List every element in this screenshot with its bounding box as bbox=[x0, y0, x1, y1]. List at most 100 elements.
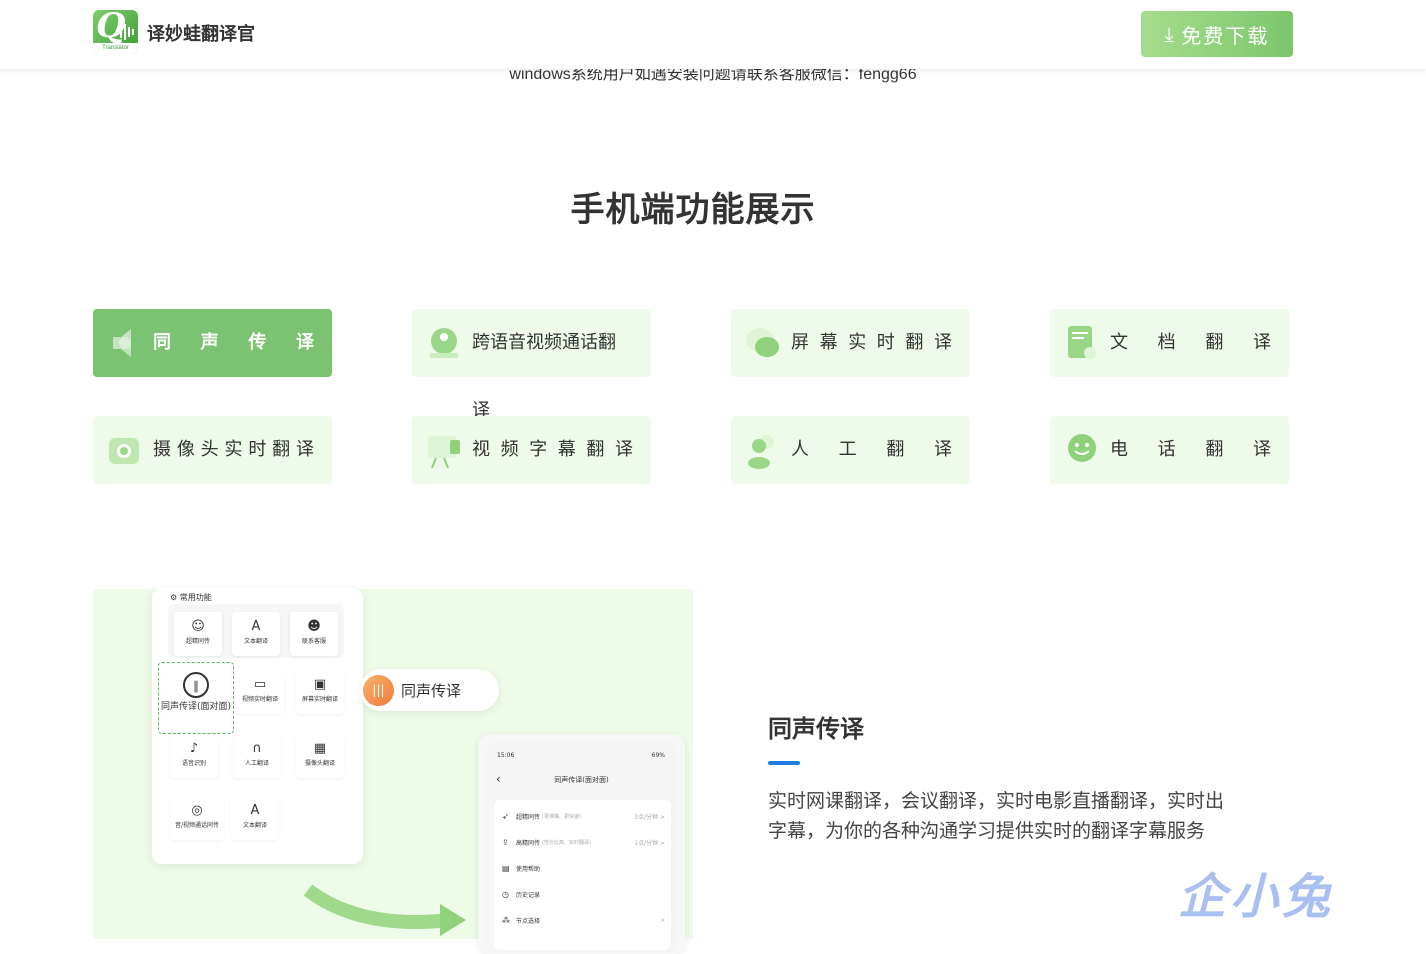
row-right: > bbox=[659, 916, 665, 924]
phone-smile-icon bbox=[1068, 434, 1096, 462]
tab-camera-realtime[interactable]: 摄像头实时翻译 bbox=[93, 416, 332, 484]
row-sub: (性价比高、实时翻译) bbox=[542, 839, 591, 846]
function-item[interactable]: A 文本翻译 bbox=[232, 612, 280, 656]
row-right: 3点/分钟 > bbox=[634, 813, 665, 821]
tab-label: 人工翻译 bbox=[791, 439, 952, 460]
video-call-icon bbox=[430, 328, 458, 358]
tab-human-translation[interactable]: 人工翻译 bbox=[731, 416, 970, 484]
common-functions-panel: ⚙ 常用功能 ☺ 超精同传 A 文本翻译 ☻ 联系客服 ∥ 同声传译(面对面) … bbox=[152, 588, 363, 864]
upload-icon: ⇪ bbox=[502, 837, 509, 847]
tab-label: 跨语音视频通话翻译 bbox=[472, 332, 616, 421]
item-label: 联系客服 bbox=[301, 638, 326, 645]
tab-phone-translation[interactable]: 电话翻译 bbox=[1050, 416, 1289, 484]
feature-description: 实时网课翻译，会议翻译，实时电影直播翻译，实时出字幕，为你的各种沟通学习提供实时… bbox=[768, 790, 1225, 842]
phone-mockup: 15:06 69% ‹ 同声传译(面对面) ➶ 超精同传 (更准确、更快速) 3… bbox=[478, 734, 685, 954]
function-item[interactable]: ☻ 联系客服 bbox=[290, 612, 338, 656]
brand-name[interactable]: 译妙蛙翻译官 bbox=[147, 20, 255, 46]
panel-title: ⚙ 常用功能 bbox=[170, 593, 212, 602]
screen-icon: ▣ bbox=[313, 677, 327, 692]
item-label: 摄像头翻译 bbox=[304, 760, 335, 767]
function-item[interactable]: ☺ 超精同传 bbox=[174, 612, 222, 656]
tab-video-subtitle[interactable]: 视频字幕翻译 bbox=[412, 416, 651, 484]
tab-screen-realtime[interactable]: 屏幕实时翻译 bbox=[731, 309, 970, 377]
node-icon: ⁂ bbox=[502, 915, 510, 925]
item-icon: ☺ bbox=[191, 619, 205, 634]
tab-cross-language-video-call[interactable]: 跨语音视频通话翻译 bbox=[412, 309, 651, 421]
watermark: 企小兔 bbox=[1178, 869, 1335, 925]
function-item-selected[interactable]: ∥ 同声传译(面对面) bbox=[158, 662, 234, 734]
item-label: 同声传译(面对面) bbox=[160, 702, 232, 712]
item-icon: ☻ bbox=[307, 619, 321, 634]
headphone-icon: ∩ bbox=[252, 741, 262, 756]
item-icon: A bbox=[251, 619, 261, 634]
sound-wave-icon bbox=[116, 24, 134, 40]
item-label: 文本翻译 bbox=[243, 638, 268, 645]
tab-label: 摄像头实时翻译 bbox=[153, 439, 314, 460]
title-underline bbox=[768, 761, 800, 765]
curved-arrow-icon bbox=[303, 884, 466, 936]
top-header: Q Translator 译妙蛙翻译官 ⤓ 免费下载 bbox=[0, 0, 1426, 69]
list-item[interactable]: ⁂ 节点选择 > bbox=[502, 910, 665, 930]
function-item[interactable]: ▭ 视频实时翻译 bbox=[236, 670, 284, 714]
row-label: 高精同传 bbox=[516, 839, 541, 847]
function-item[interactable]: ♪ 语音识别 bbox=[170, 734, 218, 778]
tab-document[interactable]: 文档翻译 bbox=[1050, 309, 1289, 377]
phone-option-list: ➶ 超精同传 (更准确、更快速) 3点/分钟 > ⇪ 高精同传 (性价比高、实时… bbox=[494, 800, 671, 950]
document-icon bbox=[1068, 326, 1096, 359]
tab-label: 同声传译 bbox=[153, 332, 314, 353]
logo[interactable]: Q Translator bbox=[93, 10, 138, 54]
tab-simultaneous-interpretation[interactable]: 同声传译 bbox=[93, 309, 332, 377]
text-icon: A bbox=[250, 803, 260, 818]
row-right: 1点/分钟 > bbox=[634, 839, 665, 847]
folder-icon: ▭ bbox=[253, 677, 267, 692]
tab-label: 屏幕实时翻译 bbox=[791, 332, 952, 353]
tab-label: 文档翻译 bbox=[1110, 332, 1271, 353]
tab-label: 视频字幕翻译 bbox=[472, 439, 633, 460]
microphone-icon: ♪ bbox=[189, 741, 199, 756]
item-label: 屏幕实时翻译 bbox=[301, 696, 338, 703]
chat-bubble-icon bbox=[746, 328, 779, 357]
function-item[interactable]: ▣ 屏幕实时翻译 bbox=[296, 670, 344, 714]
row-sub: (更准确、更快速) bbox=[542, 813, 581, 820]
status-time: 15:06 bbox=[497, 752, 515, 759]
item-label: 文本翻译 bbox=[242, 822, 267, 829]
speaker-icon bbox=[113, 329, 131, 357]
pill-label: 同声传译 bbox=[401, 682, 462, 700]
function-item[interactable]: ◎ 音/视频通话同传 bbox=[170, 796, 224, 840]
feature-title: 同声传译 bbox=[768, 715, 864, 743]
row-label: 历史记录 bbox=[516, 891, 541, 899]
tab-label: 电话翻译 bbox=[1110, 439, 1271, 460]
function-item[interactable]: ∩ 人工翻译 bbox=[233, 734, 281, 778]
item-label: 超精同传 bbox=[185, 638, 210, 645]
item-label: 语音识别 bbox=[181, 760, 206, 767]
help-icon: ▤ bbox=[502, 863, 510, 873]
camera-icon bbox=[109, 438, 139, 464]
image-icon: ▦ bbox=[313, 741, 327, 756]
projector-icon bbox=[428, 436, 460, 469]
row-label: 节点选择 bbox=[516, 917, 541, 925]
function-item[interactable]: ▦ 摄像头翻译 bbox=[296, 734, 344, 778]
function-item[interactable]: A 文本翻译 bbox=[231, 796, 279, 840]
list-item[interactable]: ➶ 超精同传 (更准确、更快速) 3点/分钟 > bbox=[502, 806, 665, 826]
phone-screen: 15:06 69% ‹ 同声传译(面对面) ➶ 超精同传 (更准确、更快速) 3… bbox=[486, 742, 677, 952]
people-icon bbox=[748, 435, 774, 469]
free-download-button[interactable]: ⤓ 免费下载 bbox=[1141, 11, 1293, 57]
row-label: 超精同传 bbox=[516, 813, 541, 821]
waveform-icon: ||| bbox=[363, 675, 394, 706]
rocket-icon: ➶ bbox=[502, 811, 509, 821]
download-label: 免费下载 bbox=[1181, 23, 1270, 48]
logo-tag: Translator bbox=[93, 43, 138, 54]
waveform-icon: ∥ bbox=[183, 672, 209, 698]
clock-icon: ◷ bbox=[502, 889, 509, 899]
phone-title: 同声传译(面对面) bbox=[554, 776, 609, 784]
list-item[interactable]: ▤ 使用帮助 bbox=[502, 858, 665, 878]
section-title: 手机端功能展示 bbox=[570, 190, 816, 230]
row-label: 使用帮助 bbox=[516, 865, 541, 873]
download-icon: ⤓ bbox=[1164, 22, 1176, 46]
item-label: 音/视频通话同传 bbox=[174, 822, 220, 829]
item-label: 视频实时翻译 bbox=[241, 696, 278, 703]
list-item[interactable]: ⇪ 高精同传 (性价比高、实时翻译) 1点/分钟 > bbox=[502, 832, 665, 852]
list-item[interactable]: ◷ 历史记录 bbox=[502, 884, 665, 904]
item-label: 人工翻译 bbox=[244, 760, 269, 767]
status-battery: 69% bbox=[651, 752, 665, 759]
